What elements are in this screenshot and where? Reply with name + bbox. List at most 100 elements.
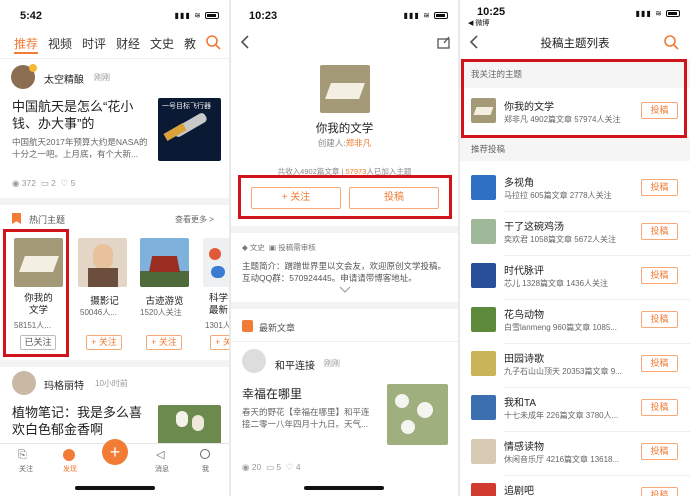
topic-name[interactable]: 情感读物 (504, 438, 544, 453)
submit-article-button[interactable]: 投稿 (349, 187, 439, 209)
topic-card-image[interactable] (14, 238, 63, 287)
topic-name[interactable]: 干了这碗鸡汤 (504, 218, 564, 233)
views-count: 20 (251, 462, 262, 472)
topic-name-line1: 你我的 (24, 293, 53, 304)
home-indicator (304, 486, 384, 490)
topic-name[interactable]: 我和TA (504, 394, 536, 409)
post-title[interactable]: 植物笔记：我是多么喜欢白色郁金香啊 (12, 404, 152, 438)
topic-meta: 奕欢君 1058篇文章 5672人关注 (504, 235, 617, 244)
topic-cover (320, 65, 370, 113)
follow-button[interactable]: + 关注 (86, 335, 122, 350)
topic-list-item[interactable]: 追剧吧 投稿 (460, 476, 690, 496)
topic-name[interactable]: 多视角 (504, 174, 534, 189)
back-to-app[interactable]: ◀ 微博 (468, 18, 489, 28)
like-icon: ♡ (285, 462, 294, 472)
post-excerpt: 中国航天2017年预算大约是NASA的十分之一吧。上月底，有个大新... (12, 137, 148, 159)
topic-intro: 主题简介：蹭蹭世界里以文会友，欢迎原创文学投稿。互动QQ群：570924445。… (242, 261, 447, 283)
topic-list-item[interactable]: 多视角 马拉拉 605篇文章 2778人关注 投稿 (460, 168, 690, 212)
topic-name[interactable]: 追剧吧 (504, 482, 534, 496)
ground-image (140, 271, 189, 287)
bookmark-icon (12, 213, 21, 224)
article-title[interactable]: 幸福在哪里 (242, 385, 302, 402)
share-icon[interactable] (437, 35, 451, 49)
follow-button[interactable]: + 关注 (146, 335, 182, 350)
follow-topic-button[interactable]: + 关注 (251, 187, 341, 209)
nav-messages[interactable]: 消息 (155, 464, 169, 474)
submit-button[interactable]: 投稿 (641, 102, 678, 119)
topic-name-line2: 最新 (209, 305, 229, 316)
tab-commentary[interactable]: 时评 (82, 35, 106, 52)
article-thumbnail[interactable] (387, 384, 448, 445)
tab-underline (14, 52, 38, 54)
creator-label: 创建人: (317, 138, 346, 148)
tab-culture[interactable]: 文史 (150, 35, 174, 52)
post-thumbnail[interactable] (158, 405, 221, 445)
follow-button[interactable]: + 关注 (210, 335, 229, 350)
avatar[interactable] (242, 349, 266, 373)
comments-count: 2 (51, 178, 56, 188)
submit-button[interactable]: 投稿 (641, 223, 678, 240)
tab-recommend[interactable]: 推荐 (14, 35, 38, 52)
divider (0, 58, 229, 59)
tulip-image (176, 411, 188, 427)
back-icon[interactable] (240, 35, 250, 49)
topic-list-item[interactable]: 我和TA 十七未成年 226篇文章 3780人... 投稿 (460, 388, 690, 432)
views-count: 372 (21, 178, 36, 188)
topic-thumbnail (471, 263, 496, 288)
post-author[interactable]: 太空精酿 (44, 71, 84, 86)
book-image (473, 107, 494, 115)
following-button[interactable]: 已关注 (20, 335, 56, 350)
section-divider (231, 226, 458, 233)
see-more-link[interactable]: 查看更多 > (175, 214, 214, 225)
topic-list-item[interactable]: 时代脉评 芯儿 1328篇文章 1436人关注 投稿 (460, 256, 690, 300)
article-list-icon (242, 320, 253, 332)
topic-card-name[interactable]: 摄影记 (80, 293, 129, 307)
submit-button[interactable]: 投稿 (641, 487, 678, 496)
submit-button[interactable]: 投稿 (641, 443, 678, 460)
follow-tab-icon: ⎘ (18, 449, 27, 461)
submit-button[interactable]: 投稿 (641, 311, 678, 328)
topic-list-item[interactable]: 情感读物 休闲音乐厅 4216篇文章 13618... 投稿 (460, 432, 690, 476)
tab-video[interactable]: 视频 (48, 35, 72, 52)
submit-button[interactable]: 投稿 (641, 399, 678, 416)
submit-button[interactable]: 投稿 (641, 267, 678, 284)
tab-education[interactable]: 教 (184, 35, 196, 52)
topic-card-name[interactable]: 你我的 文学 (14, 293, 63, 317)
topic-name[interactable]: 田园诗歌 (504, 350, 544, 365)
topic-card-image[interactable] (203, 238, 229, 287)
nav-discover[interactable]: 发现 (63, 464, 77, 474)
verified-badge-icon (29, 64, 37, 72)
topic-card-image[interactable] (78, 238, 127, 287)
recommended-header: 推荐投稿 (471, 144, 506, 154)
topic-card-name[interactable]: 古迹游览 (140, 293, 189, 307)
nav-follow[interactable]: 关注 (19, 464, 33, 474)
topic-followers: 50046人... (80, 308, 117, 317)
discover-screen: 5:42 ▮▮▮ ≋ 推荐 视频 时评 财经 文史 教 太空精酿 刚刚 中国航天… (0, 0, 229, 496)
topic-detail-screen: 10:23 ▮▮▮ ≋ 你我的文学 创建人:郑非凡 共收入4902篇文章 | 5… (231, 0, 458, 496)
post-stats: ◉ 372 ▭ 2 ♡ 5 (12, 178, 75, 189)
nav-me[interactable]: 我 (202, 464, 209, 474)
avatar[interactable] (12, 371, 36, 395)
topic-name[interactable]: 时代脉评 (504, 262, 544, 277)
topic-card-image[interactable] (140, 238, 189, 287)
chevron-down-icon[interactable] (339, 286, 351, 294)
topic-card-name[interactable]: 科学 最新 (209, 293, 228, 317)
topic-list-item[interactable]: 花鸟动物 白雪lanmeng 960篇文章 1085... 投稿 (460, 300, 690, 344)
submit-button[interactable]: 投稿 (641, 179, 678, 196)
search-icon[interactable] (663, 34, 679, 50)
topic-list-item[interactable]: 干了这碗鸡汤奕欢君 1058篇文章 5672人关注 投稿 (460, 212, 690, 256)
topic-name[interactable]: 花鸟动物 (504, 306, 544, 321)
post-title[interactable]: 中国航天是怎么“花小钱、办大事”的 (12, 98, 150, 132)
status-icons: ▮▮▮ ≋ (636, 9, 680, 18)
article-author[interactable]: 和平连接 (275, 357, 315, 372)
search-icon[interactable] (205, 34, 221, 50)
create-post-button[interactable]: + (102, 439, 128, 465)
topic-name[interactable]: 你我的文学 (504, 98, 554, 113)
creator-link[interactable]: 郑非凡 (346, 138, 372, 148)
topic-list-item[interactable]: 田园诗歌 九子石山山顶天 20353篇文章 9... 投稿 (460, 344, 690, 388)
post-thumbnail[interactable]: 一号目标飞行器 (158, 98, 221, 161)
tab-finance[interactable]: 财经 (116, 35, 140, 52)
post-author[interactable]: 玛格丽特 (44, 377, 84, 392)
topic-thumbnail (471, 307, 496, 332)
submit-button[interactable]: 投稿 (641, 355, 678, 372)
